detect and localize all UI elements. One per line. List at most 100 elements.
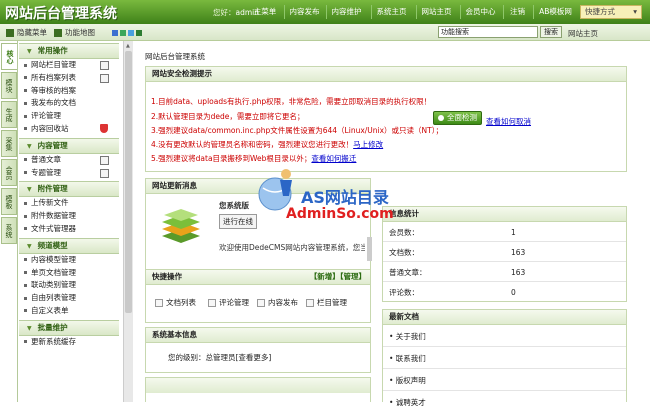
quick-comment-manage[interactable]: 评论管理 xyxy=(208,296,249,310)
menu-item-content-models[interactable]: 内容模型管理 xyxy=(19,254,119,267)
nav-ab-template[interactable]: AB模板网 xyxy=(533,5,577,19)
security-warning: 2.默认管理目录为dede，需要立即将它更名； xyxy=(151,112,305,121)
menu-item-linked-categories[interactable]: 联动类别管理 xyxy=(19,279,119,292)
latest-doc-item[interactable]: • 联系我们 xyxy=(383,348,626,369)
layers-icon xyxy=(162,209,200,243)
breadcrumb: 网站后台管理系统 xyxy=(145,52,205,61)
add-icon[interactable] xyxy=(100,168,109,178)
sidebar-scrollbar[interactable]: ▲ xyxy=(123,41,133,402)
security-panel: 网站安全检测提示 1.目前data、uploads有执行.php权限，非常危险，… xyxy=(145,66,627,172)
menu-item-custom-forms[interactable]: 自定义表单 xyxy=(19,305,119,318)
nav-content-publish[interactable]: 内容发布 xyxy=(284,5,324,19)
nav-site-home[interactable]: 网站主页 xyxy=(416,5,456,19)
modify-now-link[interactable]: 马上修改 xyxy=(353,140,383,149)
menu-item-category-manage[interactable]: 网站栏目管理 xyxy=(19,59,119,72)
site-main-link[interactable]: 网站主页 xyxy=(568,28,598,39)
scrollbar-thumb[interactable] xyxy=(125,51,132,313)
menu-item-all-docs[interactable]: 所有档案列表 xyxy=(19,72,119,85)
theme-swatch-3[interactable] xyxy=(128,30,134,36)
quick-ops-actions[interactable]: 【新增】【管理】 xyxy=(310,270,366,284)
add-icon[interactable] xyxy=(100,155,109,165)
map-icon xyxy=(54,29,62,37)
scroll-up-icon[interactable]: ▲ xyxy=(126,43,130,49)
latest-doc-item[interactable]: • 诚聘英才 xyxy=(383,392,626,413)
quick-doc-list[interactable]: 文档列表 xyxy=(155,296,196,310)
shield-icon xyxy=(100,123,108,133)
vtab-system[interactable]: 系统 xyxy=(1,217,17,244)
stat-row-articles: 普通文章： 163 xyxy=(383,263,626,282)
latest-doc-item[interactable]: • 关于我们 xyxy=(383,326,626,347)
security-warning: 1.目前data、uploads有执行.php权限，非常危险，需要立即取消目录的… xyxy=(151,97,432,106)
watermark-line1: AS网站目录 xyxy=(301,188,389,207)
welcome-text: 欢迎使用DedeCMS网站内容管理系统，您当 xyxy=(219,243,365,252)
quick-content-publish[interactable]: 内容发布 xyxy=(257,296,298,310)
how-to-cancel-link[interactable]: 查看如何取消 xyxy=(486,116,531,127)
menu-item-pending-docs[interactable]: 等审核的档案 xyxy=(19,85,119,98)
update-scrollbar[interactable] xyxy=(367,237,372,261)
security-warning: 3.强烈建议data/common.inc.php文件属性设置为644（Linu… xyxy=(151,126,444,135)
nav-content-maintain[interactable]: 内容维护 xyxy=(326,5,366,19)
empty-panel-title xyxy=(146,378,370,393)
quick-shortcut-dropdown[interactable]: 快捷方式 ▾ xyxy=(580,5,642,19)
menu-group-attachments[interactable]: ▼ 附件管理 xyxy=(19,181,119,198)
online-update-button[interactable]: 进行在线 xyxy=(219,214,257,229)
theme-swatch-1[interactable] xyxy=(112,30,118,36)
search-button[interactable]: 搜索 xyxy=(540,26,562,38)
stats-panel: 信息统计 会员数： 1 文档数： 163 普通文章： 163 评论数： 0 xyxy=(382,206,627,302)
security-panel-title: 网站安全检测提示 xyxy=(146,67,626,82)
menu-item-file-manager[interactable]: 文件式管理器 xyxy=(19,223,119,236)
comment-icon xyxy=(208,299,216,307)
menu-group-content[interactable]: ▼ 内容管理 xyxy=(19,137,119,154)
menu-group-common[interactable]: ▼ 常用操作 xyxy=(19,43,119,59)
menu-item-update-cache[interactable]: 更新系统缓存 xyxy=(19,336,119,349)
watermark-logo: AS网站目录 AdminSo.com xyxy=(253,162,398,224)
menu-item-upload[interactable]: 上传新文件 xyxy=(19,197,119,210)
nav-system-home[interactable]: 系统主页 xyxy=(371,5,411,19)
menu-item-comments[interactable]: 评论管理 xyxy=(19,110,119,123)
hide-menu-button[interactable]: 隐藏菜单 xyxy=(6,27,47,38)
vtab-core[interactable]: 核心 xyxy=(1,43,17,70)
theme-swatch-2[interactable] xyxy=(120,30,126,36)
vtab-collect[interactable]: 采集 xyxy=(1,130,17,157)
menu-item-topics[interactable]: 专题管理 xyxy=(19,167,119,180)
list-icon[interactable] xyxy=(100,73,109,83)
menu-item-attachment-data[interactable]: 附件数据管理 xyxy=(19,210,119,223)
add-icon[interactable] xyxy=(100,61,109,70)
vtab-template[interactable]: 模板 xyxy=(1,188,17,215)
vertical-tabs: 核心 模块 生成 采集 会员 模板 系统 xyxy=(0,41,18,402)
nav-member-center[interactable]: 会员中心 xyxy=(460,5,500,19)
vtab-generate[interactable]: 生成 xyxy=(1,101,17,128)
check-icon xyxy=(438,115,444,121)
nav-main-menu[interactable]: 主菜单 xyxy=(248,5,282,19)
latest-docs-title: 最新文档 xyxy=(383,310,626,325)
menu-item-free-lists[interactable]: 自由列表管理 xyxy=(19,292,119,305)
menu-group-channel-models[interactable]: ▼ 频道模型 xyxy=(19,237,119,254)
sysinfo-title: 系统基本信息 xyxy=(146,328,370,343)
menu-item-my-docs[interactable]: 我发布的文档 xyxy=(19,97,119,110)
menu-item-single-pages[interactable]: 单页文档管理 xyxy=(19,267,119,280)
menu-group-batch[interactable]: ▼ 批量维护 xyxy=(19,319,119,336)
vtab-module[interactable]: 模块 xyxy=(1,72,17,99)
quick-ops-title: 快捷操作 【新增】【管理】 xyxy=(146,270,370,285)
full-check-button[interactable]: 全面检测 xyxy=(433,111,482,125)
function-search-input[interactable] xyxy=(438,26,538,38)
theme-swatch-4[interactable] xyxy=(136,30,142,36)
collapse-icon: ▼ xyxy=(27,48,32,55)
menu-item-articles[interactable]: 普通文章 xyxy=(19,154,119,167)
function-map-button[interactable]: 功能地图 xyxy=(54,27,95,38)
edit-icon xyxy=(257,299,265,307)
document-icon xyxy=(155,299,163,307)
security-warning: 4.没有更改默认的管理员名称和密码，强烈建议您进行更改！马上修改 xyxy=(151,140,384,149)
quick-ops-panel: 快捷操作 【新增】【管理】 文档列表 评论管理 内容发布 栏目管理 xyxy=(145,269,371,323)
system-version-label: 您系统版 xyxy=(219,201,249,210)
vtab-member[interactable]: 会员 xyxy=(1,159,17,186)
top-bar: 网站后台管理系统 您好：admin 主菜单 内容发布 内容维护 系统主页 网站主… xyxy=(0,0,650,24)
menu-item-recycle-bin[interactable]: 内容回收站 xyxy=(19,123,119,136)
latest-doc-item[interactable]: • 版权声明 xyxy=(383,370,626,391)
site-logo: 网站后台管理系统 xyxy=(5,6,117,22)
nav-logout[interactable]: 注销 xyxy=(503,5,531,19)
chevron-down-icon: ▾ xyxy=(633,7,637,16)
quick-category-manage[interactable]: 栏目管理 xyxy=(306,296,347,310)
view-more-link[interactable]: [查看更多] xyxy=(236,353,272,362)
menu-icon xyxy=(6,29,14,37)
